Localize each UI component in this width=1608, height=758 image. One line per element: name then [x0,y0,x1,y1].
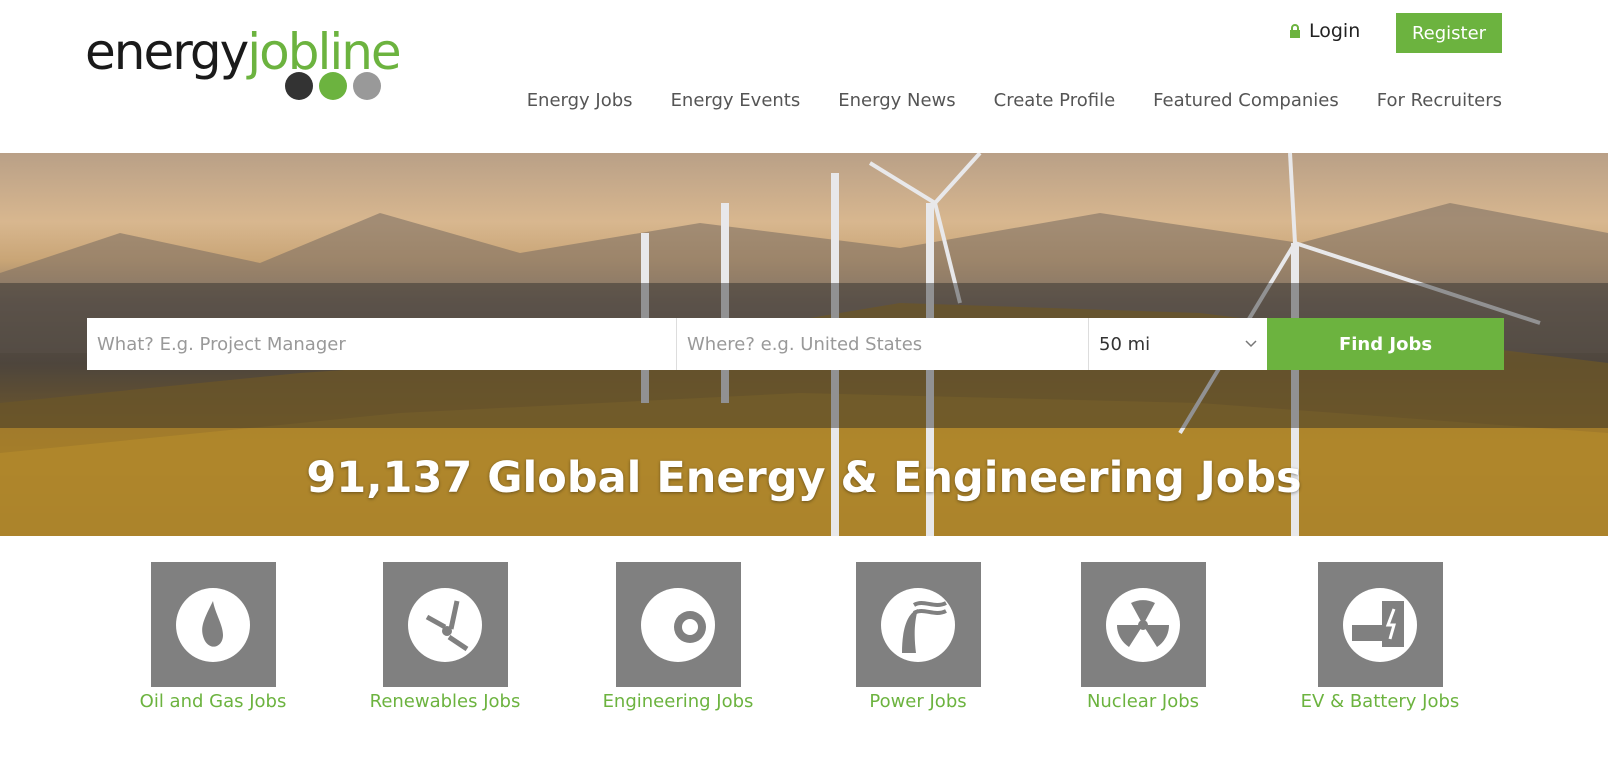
login-link[interactable]: Login [1289,20,1360,42]
site-header: energyjobline Login Register Energy Jobs… [0,0,1608,153]
oil-drop-icon [176,587,250,662]
category-power[interactable]: Power Jobs [818,562,1018,712]
chevron-down-icon [1245,340,1257,348]
radius-value: 50 mi [1099,333,1151,355]
category-engineering[interactable]: Engineering Jobs [578,562,778,712]
nav-energy-jobs[interactable]: Energy Jobs [527,90,633,111]
power-plant-icon [881,587,955,662]
wind-turbine-icon [408,587,482,662]
nav-energy-events[interactable]: Energy Events [671,90,801,111]
logo-oil-icon [285,72,313,100]
radiation-icon [1106,587,1180,662]
what-input[interactable] [87,318,677,370]
category-ev-battery[interactable]: EV & Battery Jobs [1280,562,1480,712]
login-label: Login [1309,20,1361,42]
nav-for-recruiters[interactable]: For Recruiters [1377,90,1502,111]
category-label: Power Jobs [869,691,967,712]
nav-energy-news[interactable]: Energy News [838,90,955,111]
hero-title: 91,137 Global Energy & Engineering Jobs [306,453,1302,503]
logo-wind-icon [319,72,347,100]
radius-select[interactable]: 50 mi [1089,318,1267,370]
category-label: Nuclear Jobs [1086,691,1200,712]
category-nuclear[interactable]: Nuclear Jobs [1043,562,1243,712]
nav-featured-companies[interactable]: Featured Companies [1153,90,1339,111]
category-label: Engineering Jobs [602,691,754,712]
category-list: Oil and Gas Jobs Renewables Jobs Enginee… [0,562,1608,722]
lock-icon [1290,23,1300,38]
hero-banner: 50 mi Find Jobs 91,137 Global Energy & E… [0,153,1608,536]
category-label: Renewables Jobs [369,691,521,712]
main-nav: Energy Jobs Energy Events Energy News Cr… [527,90,1502,111]
logo-icons [285,72,381,100]
site-logo[interactable]: energyjobline [85,22,402,102]
ev-battery-icon [1343,587,1417,662]
register-button[interactable]: Register [1396,13,1502,53]
where-input[interactable] [677,318,1089,370]
nav-create-profile[interactable]: Create Profile [994,90,1116,111]
category-renewables[interactable]: Renewables Jobs [345,562,545,712]
category-oil-gas[interactable]: Oil and Gas Jobs [113,562,313,712]
find-jobs-button[interactable]: Find Jobs [1267,318,1504,370]
category-label: Oil and Gas Jobs [139,691,287,712]
logo-power-icon [353,72,381,100]
gear-icon [641,587,715,662]
job-search-form: 50 mi Find Jobs [87,318,1504,370]
category-label: EV & Battery Jobs [1300,691,1460,712]
